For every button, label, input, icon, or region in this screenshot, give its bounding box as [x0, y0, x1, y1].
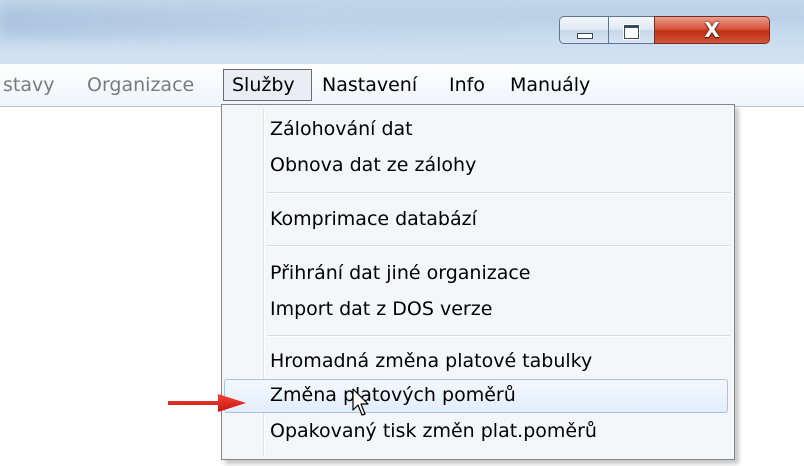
title-bar-glass	[0, 8, 520, 38]
close-icon: X	[704, 18, 720, 42]
menu-sestavy[interactable]: stavy	[3, 70, 54, 100]
minimize-icon	[577, 33, 593, 39]
menu-info[interactable]: Info	[449, 70, 485, 100]
minimize-button[interactable]	[559, 16, 608, 44]
menu-separator	[267, 335, 730, 337]
maximize-button[interactable]	[608, 16, 654, 44]
menu-item-opakovany-tisk[interactable]: Opakovaný tisk změn plat.poměrů	[270, 413, 597, 449]
menu-item-zmena-platovych-pomeru[interactable]: Změna platových poměrů	[270, 377, 516, 413]
menu-item-komprimace[interactable]: Komprimace databází	[270, 201, 477, 237]
maximize-icon	[624, 25, 639, 39]
menu-sluzby[interactable]: Služby	[223, 69, 312, 101]
menu-separator	[267, 245, 730, 247]
menu-manualy[interactable]: Manuály	[510, 70, 590, 100]
menu-item-obnova-dat[interactable]: Obnova dat ze zálohy	[270, 147, 476, 183]
menu-item-zalohovani-dat[interactable]: Zálohování dat	[270, 111, 413, 147]
close-button[interactable]: X	[654, 16, 770, 44]
mouse-pointer-icon	[352, 388, 369, 416]
menu-nastaveni[interactable]: Nastavení	[322, 70, 417, 100]
menu-item-prihrani-dat[interactable]: Přihrání dat jiné organizace	[270, 255, 530, 291]
menu-organizace[interactable]: Organizace	[87, 70, 194, 100]
menu-item-hromadna-zmena[interactable]: Hromadná změna platové tabulky	[270, 343, 592, 379]
menu-item-import-dos[interactable]: Import dat z DOS verze	[270, 291, 492, 327]
sluzby-dropdown-menu: Zálohování dat Obnova dat ze zálohy Komp…	[221, 104, 735, 460]
menu-separator	[267, 192, 730, 194]
window-title-bar[interactable]: X	[0, 0, 804, 64]
red-arrow-icon	[168, 394, 246, 412]
menu-bar: stavy Organizace Služby Nastavení Info M…	[0, 64, 804, 107]
